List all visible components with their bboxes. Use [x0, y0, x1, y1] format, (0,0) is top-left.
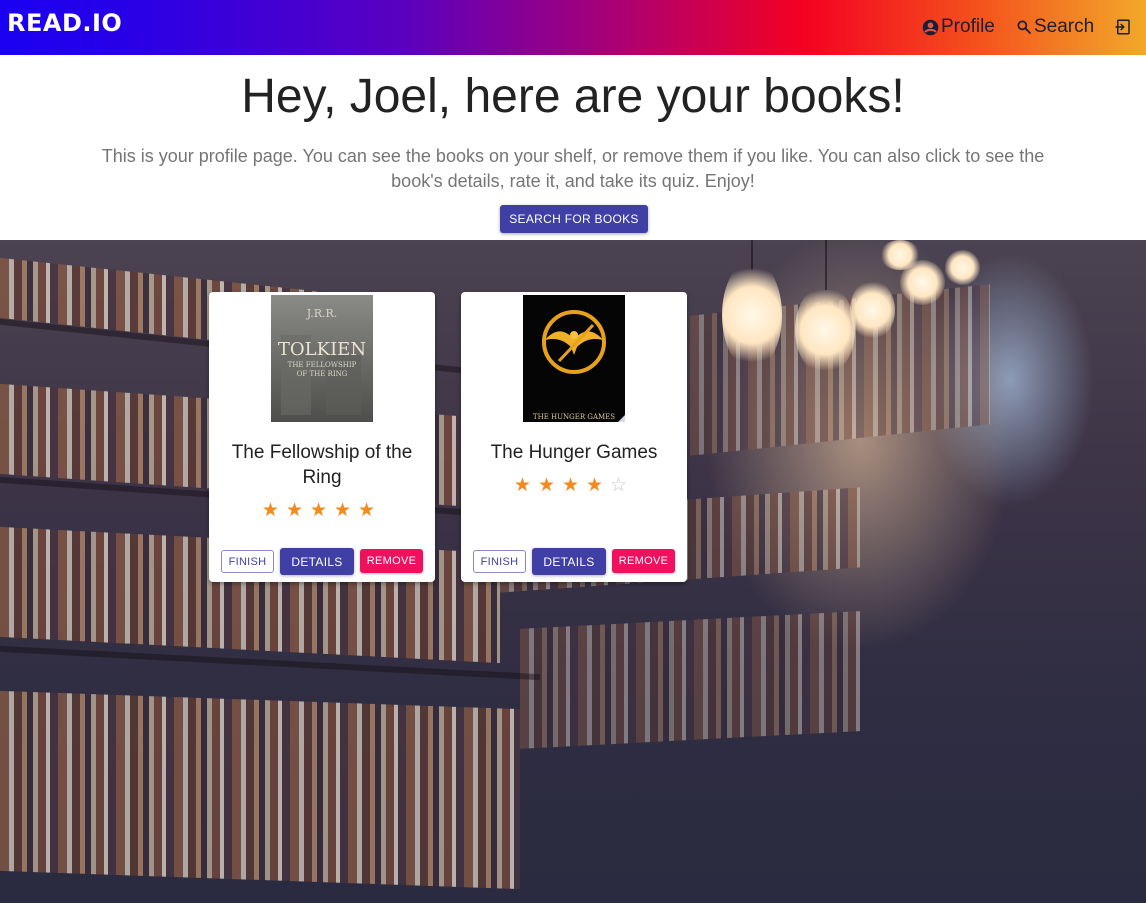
nav-profile-label: Profile: [941, 16, 995, 37]
account-circle-icon: [922, 19, 939, 35]
remove-button[interactable]: REMOVE: [360, 549, 423, 573]
search-for-books-button[interactable]: SEARCH FOR BOOKS: [500, 205, 648, 233]
book-title: The Hunger Games: [490, 442, 658, 463]
profile-hero: Hey, Joel, here are your books! This is …: [0, 55, 1146, 240]
empty-stars[interactable]: ☆: [610, 475, 634, 496]
page-title: Hey, Joel, here are your books!: [241, 70, 905, 123]
svg-text:THE FELLOWSHIP: THE FELLOWSHIP: [288, 361, 357, 369]
details-button[interactable]: DETAILS: [280, 548, 354, 575]
book-title: The Fellowship of the Ring: [231, 442, 413, 488]
svg-text:TOLKIEN: TOLKIEN: [278, 339, 366, 360]
book-cover-image[interactable]: THE HUNGER GAMES: [523, 295, 625, 422]
book-cover-image[interactable]: J.R.R. TOLKIEN THE FELLOWSHIP OF THE RIN…: [271, 295, 373, 422]
logout-icon[interactable]: [1114, 18, 1132, 36]
nav-search-label: Search: [1034, 16, 1095, 37]
filled-stars[interactable]: ★★★★: [514, 475, 610, 496]
brand-logo[interactable]: READ.IO: [7, 9, 122, 37]
nav-profile-link[interactable]: Profile: [922, 16, 995, 38]
details-button[interactable]: DETAILS: [532, 548, 606, 575]
finish-button[interactable]: FINISH: [473, 550, 526, 573]
nav-search-link[interactable]: Search: [1016, 16, 1094, 38]
book-card: J.R.R. TOLKIEN THE FELLOWSHIP OF THE RIN…: [209, 292, 435, 582]
book-card: THE HUNGER GAMES The Hunger Games ★★★★☆ …: [461, 292, 687, 582]
remove-button[interactable]: REMOVE: [612, 549, 675, 573]
top-navbar: READ.IO Profile Search: [0, 0, 1146, 55]
filled-stars[interactable]: ★★★★★: [262, 500, 382, 521]
svg-text:J.R.R.: J.R.R.: [306, 307, 338, 320]
finish-button[interactable]: FINISH: [221, 550, 274, 573]
star-rating[interactable]: ★★★★★: [209, 499, 435, 522]
page-description: This is your profile page. You can see t…: [101, 146, 1045, 191]
svg-text:OF THE RING: OF THE RING: [297, 370, 348, 378]
star-rating[interactable]: ★★★★☆: [461, 474, 687, 497]
search-icon: [1017, 20, 1031, 34]
svg-text:THE HUNGER GAMES: THE HUNGER GAMES: [533, 413, 615, 421]
